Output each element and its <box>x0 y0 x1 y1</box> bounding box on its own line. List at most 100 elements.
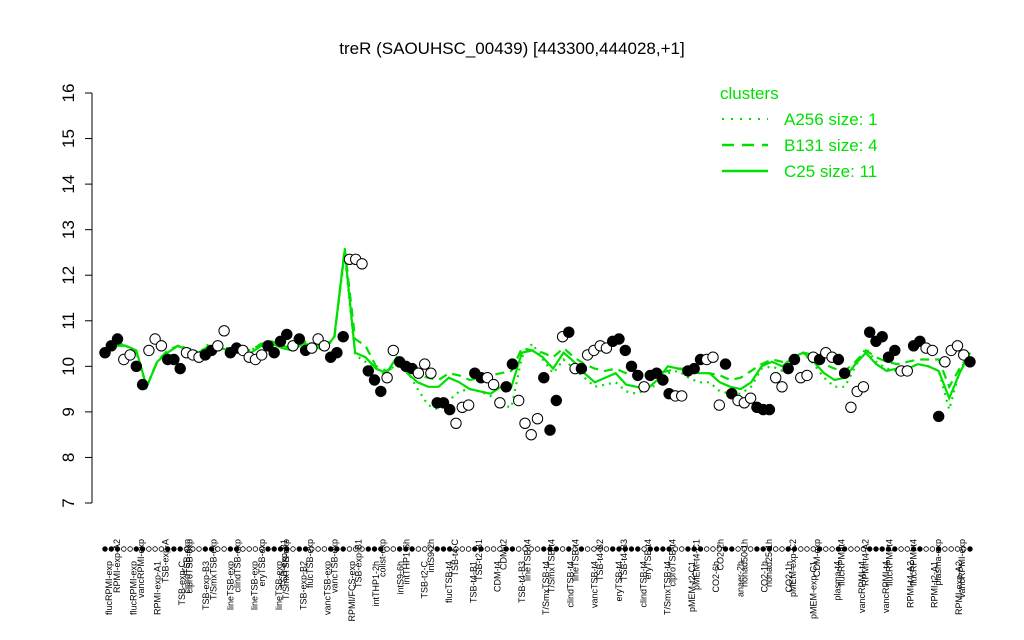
y-tick-label: 15 <box>59 129 78 148</box>
rug-mark <box>171 546 177 552</box>
rug-mark <box>848 546 854 552</box>
data-point <box>444 403 456 416</box>
data-point <box>538 372 550 384</box>
x-label-bottom: eryTSB-t4 <box>614 561 624 602</box>
data-point <box>462 399 475 411</box>
legend-entry-a256: A256 size: 1 <box>784 110 878 129</box>
data-point <box>776 381 788 393</box>
legend-title: clusters <box>720 84 779 103</box>
data-point <box>939 356 951 368</box>
x-label-bottom: anaer-2h <box>735 561 745 597</box>
data-point <box>889 344 901 357</box>
rug-mark <box>440 546 447 552</box>
x-label-bottom: TSB-t4-B3 <box>517 561 527 603</box>
data-point <box>168 353 180 366</box>
x-label-bottom: TSB-t2-C <box>420 561 430 599</box>
rug-mark <box>704 546 710 552</box>
y-tick-label: 16 <box>59 84 78 103</box>
data-point <box>487 378 500 391</box>
rug-mark <box>804 546 810 552</box>
data-point <box>419 358 431 370</box>
rug-mark <box>823 546 829 552</box>
rug-mark <box>798 546 804 552</box>
rug-mark <box>290 546 296 552</box>
data-points <box>99 253 976 441</box>
x-label-bottom: T/SmxTSB-t4 <box>541 561 551 615</box>
data-point <box>744 392 757 404</box>
data-point <box>707 351 719 363</box>
rug-mark <box>490 546 497 552</box>
rug-mark <box>660 546 666 552</box>
data-point <box>531 413 544 425</box>
rug-mark <box>635 546 641 552</box>
data-point <box>788 353 801 366</box>
rug-mark <box>898 546 904 552</box>
y-tick-label: 10 <box>59 357 78 376</box>
x-label-bottom: TSB-exp-B3 <box>201 561 211 610</box>
data-point <box>218 325 230 337</box>
rug-mark <box>415 546 422 552</box>
y-tick-label: 11 <box>59 312 78 330</box>
data-point <box>412 367 425 379</box>
rug-mark <box>754 546 760 552</box>
x-label-bottom: flucRPMI-exp <box>128 561 138 615</box>
data-point <box>337 331 349 343</box>
data-point <box>368 374 381 386</box>
x-label-bottom: TSB-t4-B1 <box>468 561 478 603</box>
data-point <box>381 372 393 384</box>
data-point <box>425 367 437 379</box>
x-label-bottom: intS9-6h <box>395 561 405 595</box>
data-point <box>933 410 945 423</box>
rug-mark <box>509 546 516 552</box>
y-axis: 7 8 9 10 11 12 13 14 15 16 <box>59 84 93 508</box>
rug-mark <box>296 546 302 552</box>
x-label-bottom: RPMI-t2-A1 <box>930 561 940 608</box>
rug-mark <box>967 546 973 552</box>
rug-mark <box>484 546 491 552</box>
x-label-bottom: RPMI-exp-A1 <box>153 561 163 615</box>
rug-mark <box>152 546 158 552</box>
x-label-bottom: RPMI-exp-A2 <box>954 561 964 615</box>
rug-mark <box>465 546 472 552</box>
rug-mark <box>102 546 108 552</box>
x-label-bottom: CO2-1h <box>784 561 794 593</box>
data-point <box>770 372 782 384</box>
rug-mark <box>710 546 716 552</box>
rug-mark <box>873 546 879 552</box>
data-point <box>356 258 368 270</box>
rug-mark <box>584 546 591 552</box>
data-point <box>519 417 531 429</box>
rug-mark <box>127 546 133 552</box>
data-point <box>563 326 575 338</box>
x-label-bottom: clindTSB-t4 <box>565 561 575 608</box>
x-label-bottom: flucRPMI-exp <box>104 561 114 615</box>
rug-mark <box>340 546 346 552</box>
y-tick-label: 12 <box>59 266 78 285</box>
data-point <box>838 367 851 379</box>
rug-mark <box>729 546 735 552</box>
series-line-dotted <box>104 254 971 414</box>
data-point <box>318 340 331 352</box>
rug-mark <box>202 546 208 552</box>
rug-mark <box>534 546 541 552</box>
legend-entry-c25: C25 size: 11 <box>784 162 877 181</box>
rug-mark <box>315 546 321 552</box>
rug-mark <box>541 546 547 552</box>
data-point <box>544 424 556 436</box>
x-label-bottom: TSB-exp-B2 <box>298 561 308 610</box>
x-label-bottom: vancRPMI-t4 <box>857 561 867 613</box>
data-point <box>876 331 888 343</box>
x-axis-labels: RPMI-exp-A2 vancRPMI-exp TSB-exp-A ciproTSB… <box>104 539 967 622</box>
rug-mark <box>516 546 522 552</box>
rug-mark <box>121 546 127 552</box>
rug-mark <box>459 546 465 552</box>
rug-mark <box>371 546 378 552</box>
data-point <box>268 347 280 359</box>
rug-mark <box>365 546 371 552</box>
rug-mark <box>346 546 353 552</box>
x-label-bottom: RPMI-t4-A2 <box>905 561 915 608</box>
y-tick-label: 14 <box>59 175 78 194</box>
data-point <box>901 365 913 377</box>
data-point <box>155 340 168 352</box>
rug-mark <box>628 546 635 552</box>
